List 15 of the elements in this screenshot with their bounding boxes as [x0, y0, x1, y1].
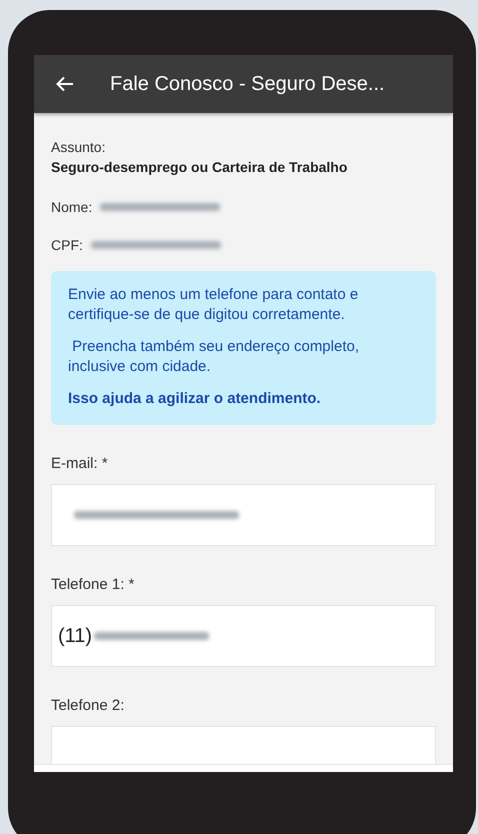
field-label: Telefone 1: * [51, 576, 136, 593]
back-arrow-icon[interactable] [56, 76, 74, 92]
input-field[interactable] [51, 484, 436, 546]
info-label: CPF: [51, 237, 83, 253]
subject-label: Assunto: [51, 139, 106, 155]
info-label: Nome: [51, 199, 92, 215]
notice-text: Isso ajuda a agilizar o atendimento. [68, 389, 322, 409]
input-field[interactable]: (11) [51, 605, 436, 667]
field-value: (11) [58, 624, 92, 648]
screen-title: Fale Conosco - Seguro Dese... [110, 72, 385, 96]
subject-value: Seguro-desemprego ou Carteira de Trabalho [51, 159, 348, 175]
notice-text: Envie ao menos um telefone para contato e certifique-se de que digitou corretamente. [68, 285, 360, 325]
notice-text: Preencha também seu endereço completo, inclusive com cidade. [68, 337, 360, 377]
field-label: Telefone 2: [51, 697, 126, 714]
field-label: E-mail: * [51, 455, 109, 472]
